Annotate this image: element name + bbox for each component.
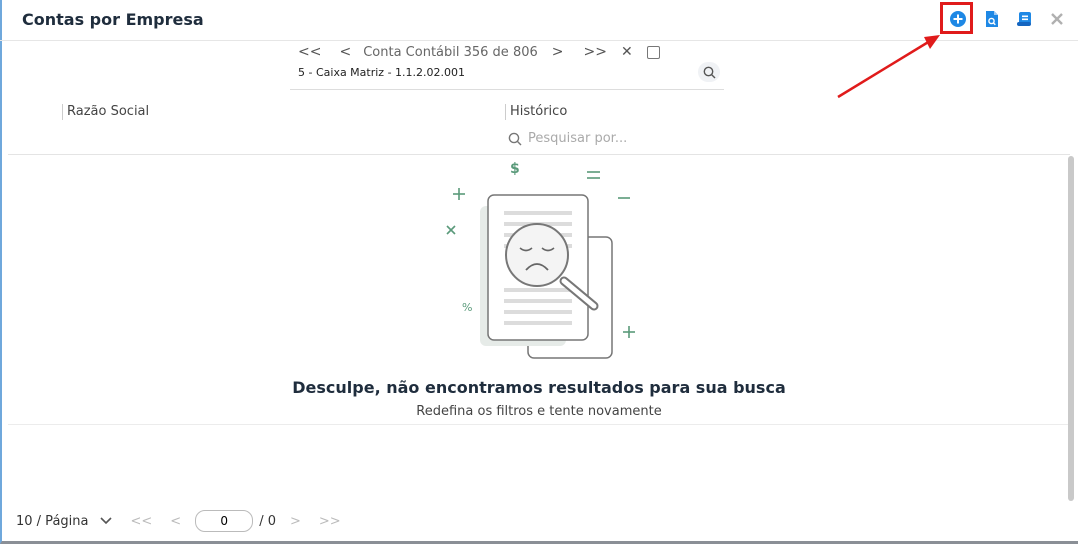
next-record-button[interactable]: > <box>552 44 564 60</box>
total-pages: / 0 <box>259 513 276 529</box>
scroll-button[interactable] <box>1013 7 1037 31</box>
account-underline <box>290 89 724 90</box>
prev-page-button[interactable]: < <box>170 514 181 529</box>
record-position: Conta Contábil 356 de 806 <box>363 44 538 60</box>
last-record-button[interactable]: >> <box>584 44 607 60</box>
page-number-input[interactable] <box>195 510 254 532</box>
pagination: 10 / Página << < / 0 > >> <box>16 510 349 532</box>
scroll-icon <box>1017 12 1031 26</box>
column-historico[interactable]: Histórico <box>505 104 567 120</box>
select-checkbox[interactable] <box>646 45 660 59</box>
prev-record-button[interactable]: < <box>339 44 351 60</box>
historico-search[interactable]: Pesquisar por... <box>508 131 627 146</box>
empty-state-title: Desculpe, não encontramos resultados par… <box>292 378 786 397</box>
header-divider <box>8 154 1070 155</box>
page-size-select[interactable]: 10 / Página <box>16 514 88 529</box>
search-icon <box>508 132 522 145</box>
window-title: Contas por Empresa <box>22 10 204 29</box>
document-search-icon <box>986 11 998 27</box>
search-icon <box>703 66 715 78</box>
next-page-button[interactable]: > <box>290 514 301 529</box>
empty-state-subtitle: Redefina os filtros e tente novamente <box>416 404 662 419</box>
record-navigator: << < Conta Contábil 356 de 806 > >> ✕ <box>298 42 660 62</box>
annotation-arrow <box>837 35 940 99</box>
document-search-button[interactable] <box>980 7 1004 31</box>
first-page-button[interactable]: << <box>130 514 152 529</box>
chevron-down-icon[interactable] <box>100 517 113 525</box>
vertical-scrollbar[interactable] <box>1068 156 1074 501</box>
column-razao-social[interactable]: Razão Social <box>62 104 149 120</box>
clear-button[interactable]: ✕ <box>621 44 633 60</box>
content-divider <box>8 424 1070 425</box>
account-search-button[interactable] <box>698 62 720 82</box>
last-page-button[interactable]: >> <box>319 514 341 529</box>
account-label: 5 - Caixa Matriz - 1.1.2.02.001 <box>298 66 466 79</box>
first-record-button[interactable]: << <box>298 44 321 60</box>
empty-state-illustration: $ % <box>446 161 635 359</box>
close-button[interactable] <box>1045 7 1069 31</box>
search-placeholder: Pesquisar por... <box>528 131 628 146</box>
svg-text:$: $ <box>510 161 520 177</box>
svg-text:%: % <box>462 301 472 314</box>
close-icon <box>1051 13 1063 25</box>
